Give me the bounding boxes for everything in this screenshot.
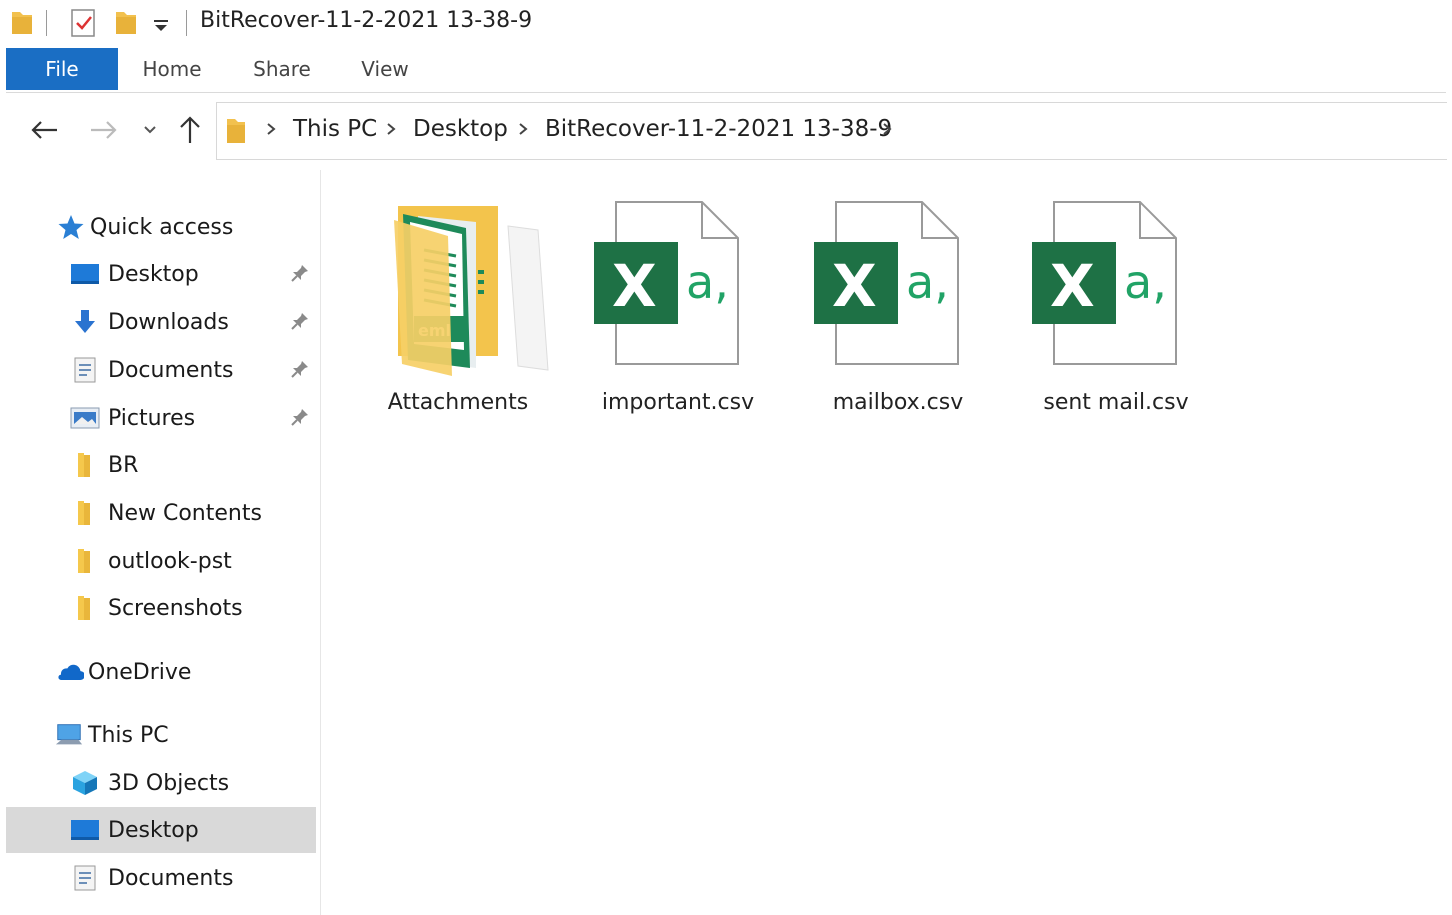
file-name: Attachments <box>387 390 529 415</box>
sidebar-item-desktop[interactable]: Desktop <box>70 251 316 297</box>
folder-icon <box>70 593 100 623</box>
pin-icon[interactable] <box>290 263 310 287</box>
up-button[interactable] <box>172 112 208 148</box>
folder-icon <box>70 450 100 480</box>
forward-button[interactable] <box>86 112 122 148</box>
breadcrumb-chevron-icon <box>517 121 529 141</box>
sidebar-item-documents-pc[interactable]: Documents <box>70 855 316 901</box>
toolbar-separator <box>46 10 47 36</box>
svg-text:a,: a, <box>906 255 949 309</box>
breadcrumb-chevron-icon <box>385 121 397 141</box>
pin-icon[interactable] <box>290 407 310 431</box>
file-name: important.csv <box>601 390 755 415</box>
excel-csv-icon: X a, <box>578 200 778 380</box>
recent-locations-button[interactable] <box>132 112 168 148</box>
sidebar-item-new-contents[interactable]: New Contents <box>70 490 316 536</box>
file-name: mailbox.csv <box>832 390 964 415</box>
folder-icon <box>70 498 100 528</box>
nav-quick-access[interactable]: Quick access <box>56 204 316 250</box>
pictures-icon <box>70 403 100 433</box>
desktop-icon <box>70 259 100 289</box>
folder-icon <box>70 546 100 576</box>
breadcrumb-desktop[interactable]: Desktop <box>413 116 508 142</box>
pin-icon[interactable] <box>290 359 310 383</box>
breadcrumb-chevron-icon <box>265 121 277 141</box>
breadcrumb-this-pc[interactable]: This PC <box>293 116 377 142</box>
sidebar-item-desktop-selected[interactable]: Desktop <box>6 807 316 853</box>
desktop-icon <box>70 815 100 845</box>
sidebar-item-pictures[interactable]: Pictures <box>70 395 316 441</box>
navigation-row: This PC Desktop BitRecover-11-2-2021 13-… <box>0 98 1452 164</box>
svg-text:X: X <box>612 252 657 320</box>
forward-arrow-icon <box>91 121 117 139</box>
svg-text:a,: a, <box>1124 255 1167 309</box>
documents-icon <box>70 863 100 893</box>
excel-csv-icon: X a, <box>1016 200 1216 380</box>
address-bar[interactable]: This PC Desktop BitRecover-11-2-2021 13-… <box>216 102 1447 160</box>
back-arrow-icon <box>31 121 57 139</box>
ribbon-tabs: File Home Share View <box>6 48 1446 93</box>
sidebar-item-3d-objects[interactable]: 3D Objects <box>70 760 316 806</box>
sidebar-item-screenshots[interactable]: Screenshots <box>70 585 316 631</box>
onedrive-cloud-icon <box>54 657 84 687</box>
folder-with-documents-icon: eml <box>358 200 558 380</box>
folder-icon <box>225 117 247 149</box>
breadcrumb-chevron-icon[interactable] <box>881 121 893 141</box>
svg-text:X: X <box>1050 252 1095 320</box>
sidebar-item-outlook-pst[interactable]: outlook-pst <box>70 538 316 584</box>
downloads-icon <box>70 307 100 337</box>
file-name: sent mail.csv <box>1043 390 1189 415</box>
tab-share[interactable]: Share <box>238 48 326 90</box>
folder-icon[interactable] <box>10 8 34 40</box>
file-item-important-csv[interactable]: X a, important.csv <box>578 200 778 440</box>
tab-file[interactable]: File <box>6 48 118 90</box>
customize-dropdown-icon[interactable] <box>150 14 172 40</box>
file-item-attachments[interactable]: eml Attachments <box>358 200 558 440</box>
properties-check-icon[interactable] <box>70 8 98 42</box>
tab-home[interactable]: Home <box>128 48 216 90</box>
excel-csv-icon: X a, <box>798 200 998 380</box>
file-item-sent-mail-csv[interactable]: X a, sent mail.csv <box>1016 200 1216 440</box>
file-list-area: eml Attachments X a, important.csv <box>322 170 1452 915</box>
breadcrumb-current-folder[interactable]: BitRecover-11-2-2021 13-38-9 <box>545 116 892 142</box>
documents-icon <box>70 355 100 385</box>
sidebar-item-br[interactable]: BR <box>70 442 316 488</box>
chevron-down-icon <box>144 126 156 134</box>
title-separator <box>186 10 187 36</box>
svg-text:X: X <box>832 252 877 320</box>
sidebar-item-downloads[interactable]: Downloads <box>70 299 316 345</box>
computer-icon <box>54 720 84 750</box>
back-button[interactable] <box>26 112 62 148</box>
window-title: BitRecover-11-2-2021 13-38-9 <box>200 8 533 33</box>
nav-onedrive[interactable]: OneDrive <box>54 649 316 695</box>
sidebar-item-documents[interactable]: Documents <box>70 347 316 393</box>
tab-view[interactable]: View <box>346 48 424 90</box>
up-arrow-icon <box>180 116 200 143</box>
file-item-mailbox-csv[interactable]: X a, mailbox.csv <box>798 200 998 440</box>
new-folder-icon[interactable] <box>114 8 138 40</box>
navigation-pane: Quick access Desktop Downloads Documents <box>6 170 318 915</box>
pane-divider <box>320 170 321 915</box>
star-icon <box>56 212 86 242</box>
pin-icon[interactable] <box>290 311 310 335</box>
svg-text:a,: a, <box>686 255 729 309</box>
nav-this-pc[interactable]: This PC <box>54 712 316 758</box>
title-bar: BitRecover-11-2-2021 13-38-9 <box>0 0 1452 48</box>
3d-objects-icon <box>70 768 100 798</box>
